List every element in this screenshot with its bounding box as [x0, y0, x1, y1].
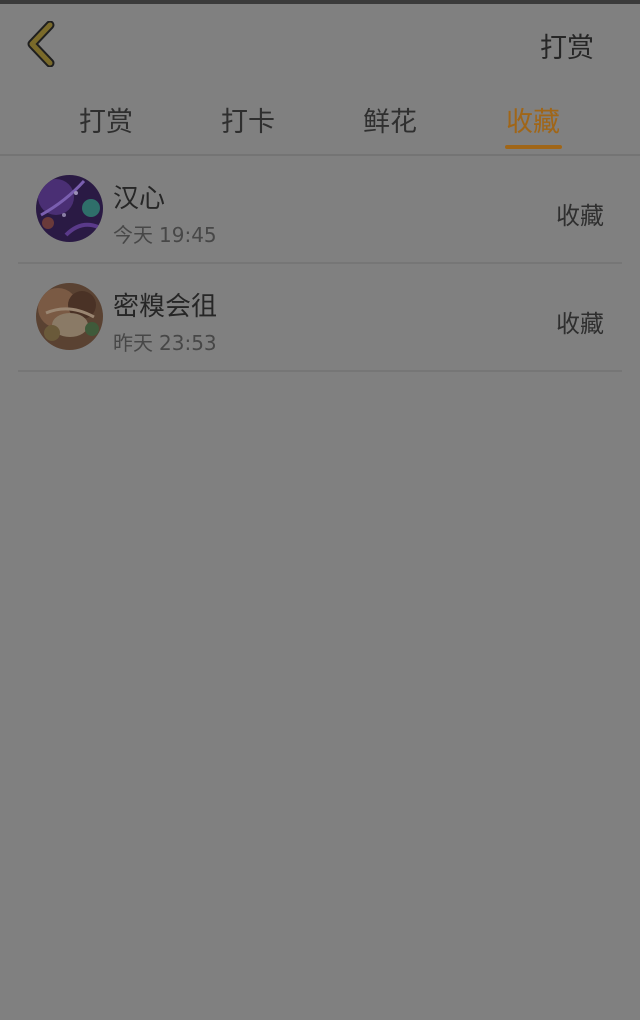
row-divider: [18, 370, 622, 372]
avatar: [36, 175, 103, 242]
back-button[interactable]: [16, 16, 66, 72]
timestamp-date: 昨天: [113, 331, 153, 355]
user-name: 密糗会徂: [113, 292, 218, 322]
top-bar: 打赏: [0, 4, 640, 84]
user-name: 汉心: [113, 184, 166, 214]
avatar: [36, 283, 103, 350]
tab-flowers[interactable]: 鲜花: [350, 100, 430, 139]
active-tab-indicator: [505, 145, 562, 149]
favorites-list: 汉心 今天 19:45 收藏 密糗会徂 昨天 23:53 收藏: [0, 156, 640, 372]
timestamp-time: 23:53: [159, 331, 217, 355]
list-item[interactable]: 密糗会徂 昨天 23:53 收藏: [0, 264, 640, 372]
reward-button[interactable]: 打赏: [540, 26, 594, 65]
tab-reward[interactable]: 打赏: [66, 100, 146, 139]
action-label: 收藏: [556, 202, 604, 230]
tab-favorites[interactable]: 收藏: [493, 100, 573, 139]
tab-bar: 打赏 打卡 鲜花 收藏: [0, 84, 640, 154]
timestamp: 今天 19:45: [113, 219, 223, 248]
action-label: 收藏: [556, 310, 604, 338]
timestamp-time: 19:45: [159, 223, 217, 247]
list-item[interactable]: 汉心 今天 19:45 收藏: [0, 156, 640, 264]
timestamp: 昨天 23:53: [113, 327, 223, 356]
tab-checkin[interactable]: 打卡: [208, 100, 288, 139]
timestamp-date: 今天: [113, 223, 153, 247]
chevron-left-icon: [27, 21, 55, 67]
